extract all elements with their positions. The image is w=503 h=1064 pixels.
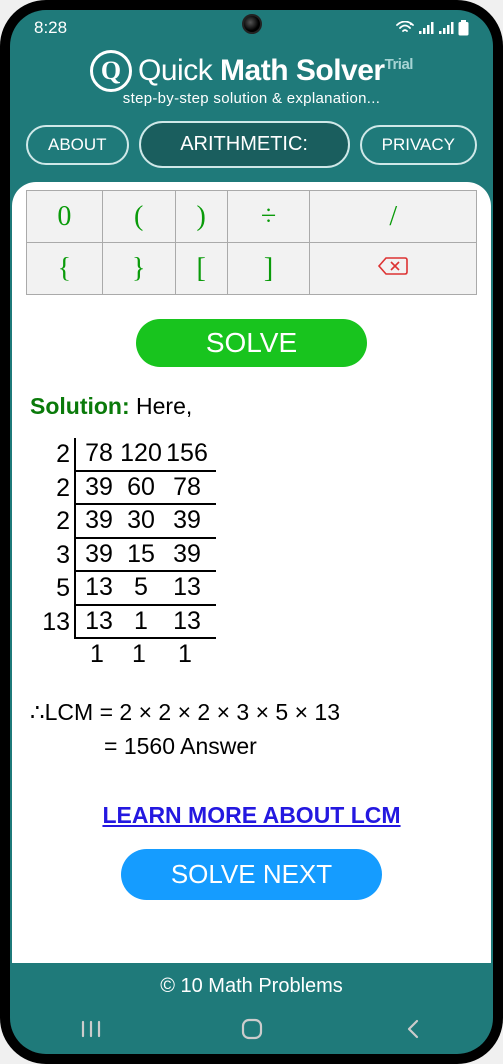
therefore-symbol: ∴LCM — [30, 699, 93, 725]
content-sheet: 0 ( ) ÷ / { } [ ] — [12, 182, 491, 963]
solution-heading: Solution: Here, — [30, 393, 473, 420]
solve-button[interactable]: SOLVE — [136, 319, 367, 367]
backspace-icon — [377, 256, 409, 276]
status-icons — [396, 20, 469, 36]
key-close-bracket[interactable]: ] — [227, 243, 310, 295]
phone-frame: 8:28 Q Quick Math SolverTrial step-by-st… — [0, 0, 503, 1064]
screen: 8:28 Q Quick Math SolverTrial step-by-st… — [10, 10, 493, 1054]
keypad: 0 ( ) ÷ / { } [ ] — [26, 190, 477, 295]
signal-icon-2 — [438, 21, 454, 35]
key-slash[interactable]: / — [310, 191, 477, 243]
key-backspace[interactable] — [310, 243, 477, 295]
signal-icon — [418, 21, 434, 35]
app-header: Q Quick Math SolverTrial step-by-step so… — [10, 46, 493, 113]
arithmetic-button[interactable]: ARITHMETIC: — [139, 121, 350, 168]
key-close-paren[interactable]: ) — [175, 191, 227, 243]
footer: © 10 Math Problems — [10, 963, 493, 1004]
lcm-expression: = 2 × 2 × 2 × 3 × 5 × 13 — [100, 699, 340, 725]
privacy-button[interactable]: PRIVACY — [360, 125, 477, 165]
key-close-brace[interactable]: } — [102, 243, 175, 295]
key-open-bracket[interactable]: [ — [175, 243, 227, 295]
battery-icon — [458, 20, 469, 36]
about-button[interactable]: ABOUT — [26, 125, 129, 165]
lcm-ladder: 278120156 2396078 2393039 3391539 513513… — [40, 438, 477, 671]
wifi-icon — [396, 21, 414, 35]
home-button[interactable] — [238, 1015, 266, 1043]
lcm-conclusion: ∴LCM = 2 × 2 × 2 × 3 × 5 × 13 = 1560 Ans… — [30, 695, 473, 764]
top-nav: ABOUT ARITHMETIC: PRIVACY — [10, 113, 493, 182]
learn-more-link[interactable]: LEARN MORE ABOUT LCM — [26, 802, 477, 829]
status-time: 8:28 — [34, 18, 67, 38]
solve-next-button[interactable]: SOLVE NEXT — [121, 849, 382, 900]
recents-button[interactable] — [77, 1015, 105, 1043]
back-button[interactable] — [399, 1015, 427, 1043]
key-0[interactable]: 0 — [27, 191, 103, 243]
system-nav — [10, 1004, 493, 1054]
app-tagline: step-by-step solution & explanation... — [10, 90, 493, 107]
solution-here: Here, — [136, 393, 192, 419]
app-logo-icon: Q — [90, 50, 132, 92]
front-camera — [242, 14, 262, 34]
lcm-result: = 1560 Answer — [104, 729, 473, 764]
key-divide[interactable]: ÷ — [227, 191, 310, 243]
app-title: Quick Math SolverTrial — [138, 54, 413, 88]
solution-label: Solution: — [30, 393, 130, 419]
key-open-paren[interactable]: ( — [102, 191, 175, 243]
key-open-brace[interactable]: { — [27, 243, 103, 295]
